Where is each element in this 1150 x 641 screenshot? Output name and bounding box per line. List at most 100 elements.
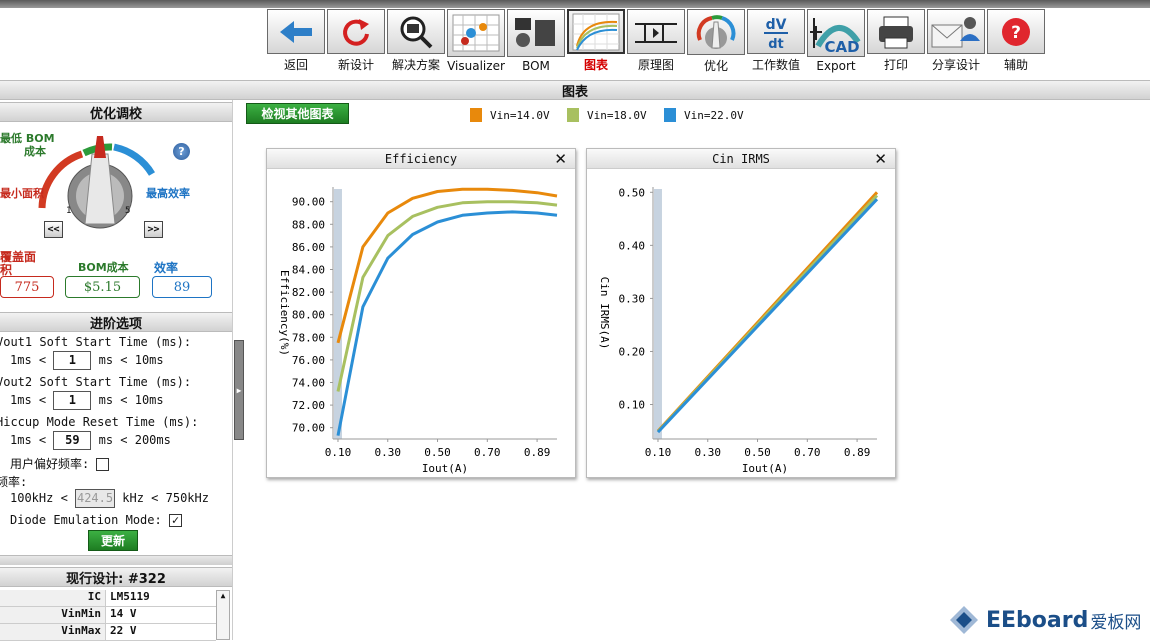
- x-tick-label: 0.50: [424, 446, 451, 459]
- toolbar-button-optimize-knob[interactable]: 优化: [686, 9, 746, 73]
- toolbar-label: 原理图: [637, 58, 674, 72]
- cin-irms-chart-title: Cin IRMS: [712, 152, 770, 166]
- efficiency-chart-title: Efficiency: [384, 152, 458, 166]
- axis-band: [333, 189, 342, 439]
- legend-label: Vin=22.0V: [684, 108, 744, 122]
- toolbar-label: 打印: [883, 58, 908, 72]
- y-tick-label: 0.20: [619, 345, 646, 358]
- toolbar-label: 分享设计: [931, 58, 980, 72]
- x-tick-label: 0.89: [844, 446, 871, 459]
- toolbar-button-back-arrow[interactable]: 返回: [266, 9, 326, 73]
- help-icon[interactable]: ?: [173, 143, 190, 160]
- metric-area-value: 775: [0, 276, 54, 298]
- y-tick-label: 0.40: [619, 239, 646, 252]
- logo-text: EEboard: [986, 607, 1089, 633]
- legend-item: Vin=18.0V: [567, 108, 647, 122]
- vout2-input[interactable]: 1: [53, 391, 92, 410]
- visualizer-icon: [447, 9, 505, 57]
- panel-splitter[interactable]: [0, 555, 232, 565]
- user-freq-label: 用户偏好频率:: [10, 457, 90, 471]
- x-tick-label: 0.30: [375, 446, 402, 459]
- toolbar-button-cad-export[interactable]: CAD Export: [806, 9, 866, 73]
- eeboard-logo: EEboard 爱板网: [948, 604, 1141, 636]
- legend-item: Vin=22.0V: [664, 108, 744, 122]
- design-table: IC LM5119 VinMin 14 V VinMax 22 V: [0, 590, 216, 641]
- toolbar-button-refresh[interactable]: 新设计: [326, 9, 386, 73]
- magnifier-chip-icon: [387, 9, 445, 54]
- toolbar-button-chart[interactable]: 图表: [566, 9, 626, 73]
- x-tick-label: 0.89: [524, 446, 551, 459]
- dt-text: dt: [768, 37, 784, 52]
- chart-icon: [567, 9, 625, 54]
- freq-label: 频率:: [0, 475, 28, 489]
- toolbar-button-visualizer[interactable]: Visualizer: [446, 9, 506, 73]
- efficiency-chart: 70.00 72.00 74.00 76.00 78.00 80.00 82.00 84.00…: [278, 187, 558, 475]
- y-tick-label: 78.00: [292, 331, 325, 344]
- toolbar-label: BOM: [522, 59, 550, 73]
- logo-cn: 爱板网: [1090, 612, 1142, 633]
- table-key: IC: [0, 590, 106, 606]
- vout2-row: 1ms < 1 ms < 10ms: [10, 391, 164, 410]
- metric-bom-value: $5.15: [65, 276, 140, 298]
- toolbar-button-magnifier-chip[interactable]: 解决方案: [386, 9, 446, 73]
- knob-tick-min: 1: [66, 206, 72, 216]
- toolbar-label: 辅助: [1003, 58, 1028, 72]
- optimize-title: 优化调校: [89, 106, 142, 122]
- legend-swatch: [470, 108, 482, 122]
- toolbar-label: Visualizer: [447, 59, 505, 73]
- view-other-charts-button[interactable]: 检视其他图表: [246, 103, 349, 124]
- collapse-panel-tab[interactable]: ▶: [234, 340, 244, 440]
- y-tick-label: 86.00: [292, 241, 325, 254]
- knob-next-button[interactable]: >>: [144, 221, 163, 238]
- hiccup-label: Hiccup Mode Reset Time (ms):: [0, 415, 199, 429]
- metric-bom-label: BOM成本: [78, 261, 129, 274]
- optimize-knob-icon: [687, 9, 745, 55]
- schematic-icon: [627, 9, 685, 54]
- hiccup-row: 1ms < 59 ms < 200ms: [10, 431, 171, 450]
- freq-input[interactable]: 424.5: [75, 489, 116, 508]
- vout2-min: 1ms <: [10, 393, 47, 407]
- close-icon[interactable]: ✕: [554, 149, 567, 169]
- toolbar-button-share-envelope[interactable]: 分享设计: [926, 9, 986, 73]
- series-line-3: [656, 198, 879, 434]
- vout1-max: ms < 10ms: [98, 353, 164, 367]
- y-tick-label: 70.00: [292, 422, 325, 435]
- efficiency-chart-header: Efficiency ✕: [267, 149, 575, 169]
- close-icon[interactable]: ✕: [874, 149, 887, 169]
- vout1-min: 1ms <: [10, 353, 47, 367]
- knob-prev-button[interactable]: <<: [44, 221, 63, 238]
- y-axis-label: Efficiency(%): [278, 270, 291, 356]
- top-frame-bar: [0, 0, 1150, 8]
- update-button[interactable]: 更新: [88, 530, 138, 551]
- knob-tick-max: 5: [125, 206, 131, 216]
- toolbar-button-dv-dt[interactable]: dV dt 工作数值: [746, 9, 806, 73]
- table-row: VinMax 22 V: [0, 624, 216, 641]
- toolbar-button-printer[interactable]: 打印: [866, 9, 926, 73]
- design-table-scrollbar[interactable]: ▲: [216, 590, 230, 640]
- hiccup-input[interactable]: 59: [53, 431, 92, 450]
- table-value: 14 V: [110, 607, 137, 620]
- table-key: VinMin: [0, 607, 106, 623]
- current-design-header: 现行设计: #322: [0, 567, 232, 587]
- diode-row: Diode Emulation Mode: ✓: [10, 513, 182, 527]
- y-tick-label: 74.00: [292, 376, 325, 389]
- toolbar-button-help[interactable]: ? 辅助: [986, 9, 1046, 73]
- diode-checkbox[interactable]: ✓: [168, 514, 182, 527]
- toolbar-button-schematic[interactable]: 原理图: [626, 9, 686, 73]
- vout1-input[interactable]: 1: [53, 351, 92, 370]
- toolbar-button-bom[interactable]: BOM: [506, 9, 566, 73]
- user-freq-checkbox[interactable]: [96, 458, 110, 471]
- y-tick-label: 88.00: [292, 218, 325, 231]
- eeboard-logo-icon: [950, 606, 978, 634]
- y-axis-label: Cin IRMS(A): [598, 277, 611, 350]
- y-tick-label: 84.00: [292, 263, 325, 276]
- freq-min: 100kHz <: [10, 491, 68, 505]
- y-tick-label: 0.50: [619, 186, 646, 199]
- page-title-text: 图表: [561, 84, 588, 100]
- page-title: 图表: [0, 80, 1150, 100]
- back-arrow-icon: [267, 9, 325, 54]
- knob-label-max-eff: 最高效率: [146, 187, 190, 200]
- x-tick-label: 0.70: [474, 446, 501, 459]
- left-panel: 优化调校 最低 BOM 成本 最小面积 最高效率 1 5 << >> ? 覆盖面…: [0, 100, 233, 640]
- advanced-title: 进阶选项: [89, 316, 142, 332]
